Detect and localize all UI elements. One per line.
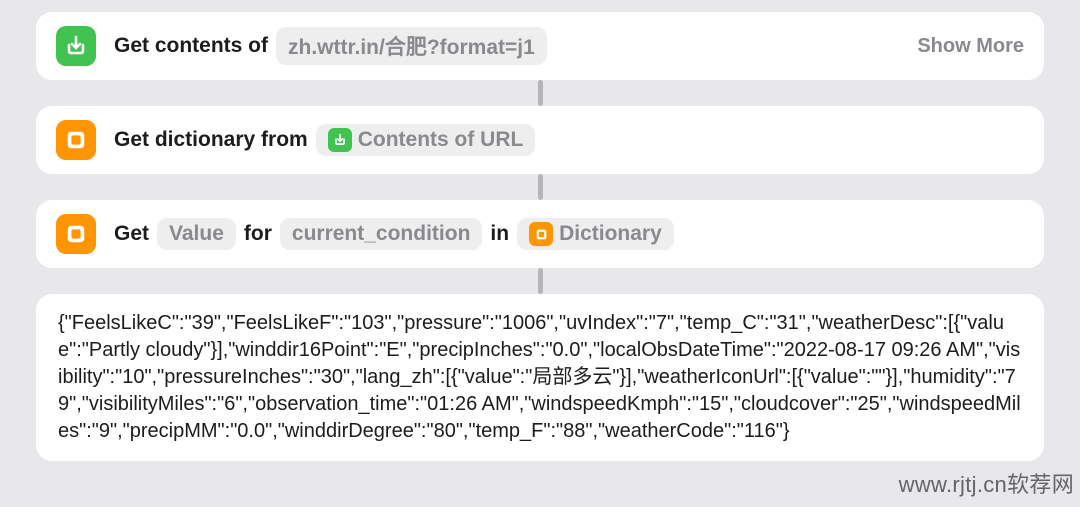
show-more-button[interactable]: Show More — [917, 35, 1024, 58]
connector — [36, 80, 1044, 106]
dictionary-icon — [529, 222, 553, 246]
key-parameter[interactable]: current_condition — [280, 218, 483, 250]
action-content: Get Value for current_condition in Dicti… — [114, 218, 674, 250]
value-parameter[interactable]: Value — [157, 218, 236, 250]
action-get-dictionary[interactable]: Get dictionary from Contents of URL — [36, 106, 1044, 174]
dictionary-parameter[interactable]: Dictionary — [517, 218, 674, 250]
action-content: Get contents of zh.wttr.in/合肥?format=j1 — [114, 27, 547, 65]
action-label-for: for — [244, 222, 272, 246]
source-parameter[interactable]: Contents of URL — [316, 124, 536, 156]
action-get-value[interactable]: Get Value for current_condition in Dicti… — [36, 200, 1044, 268]
output-text: {"FeelsLikeC":"39","FeelsLikeF":"103","p… — [36, 294, 1044, 461]
download-icon — [328, 128, 352, 152]
dictionary-icon — [56, 214, 96, 254]
pill-label: Dictionary — [559, 222, 662, 246]
action-label: Get contents of — [114, 34, 268, 58]
action-label: Get dictionary from — [114, 128, 308, 152]
action-label-get: Get — [114, 222, 149, 246]
connector — [36, 174, 1044, 200]
watermark-text: www.rjtj.cn软荐网 — [899, 467, 1074, 499]
url-parameter[interactable]: zh.wttr.in/合肥?format=j1 — [276, 27, 547, 65]
action-content: Get dictionary from Contents of URL — [114, 124, 535, 156]
pill-label: Contents of URL — [358, 128, 524, 152]
download-icon — [56, 26, 96, 66]
dictionary-icon — [56, 120, 96, 160]
connector — [36, 268, 1044, 294]
action-label-in: in — [490, 222, 509, 246]
action-get-contents-url[interactable]: Get contents of zh.wttr.in/合肥?format=j1 … — [36, 12, 1044, 80]
